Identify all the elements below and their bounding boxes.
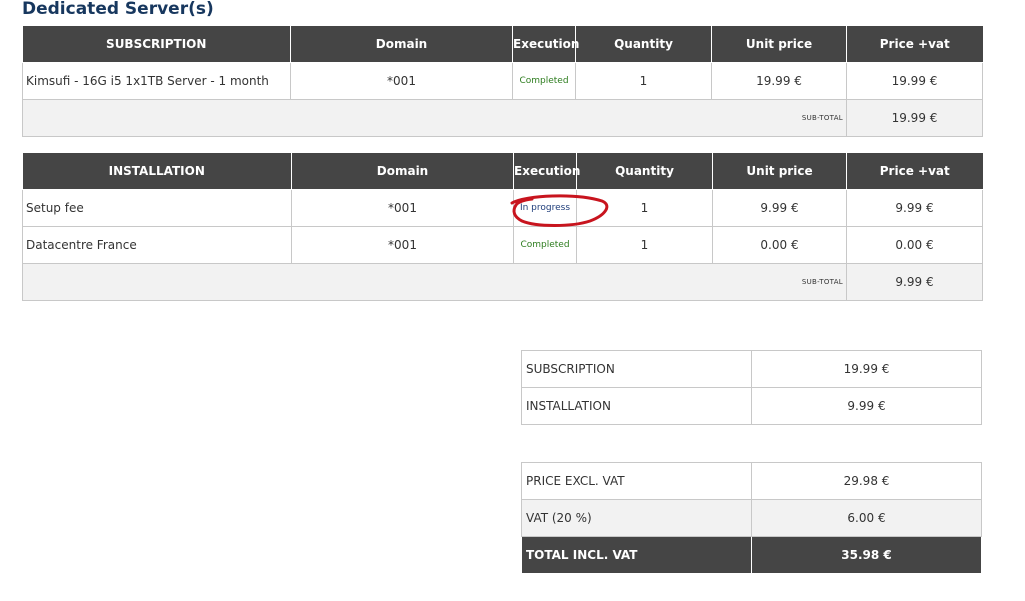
page-title: Dedicated Server(s) [22,0,214,19]
subscription-table: SUBSCRIPTION Domain Execution Quantity U… [22,26,983,137]
item-unit-price: 19.99 € [711,62,847,100]
totals-table: PRICE EXCL. VAT 29.98 € VAT (20 %) 6.00 … [521,462,982,574]
subtotal-row: SUB-TOTAL 19.99 € [22,99,983,137]
column-header-execution: Execution [513,153,580,190]
price-excl-vat-value: 29.98 € [751,462,982,500]
item-domain: *001 [291,226,514,264]
total-incl-vat-row: TOTAL INCL. VAT 35.98 € [521,536,982,574]
item-domain: *001 [291,189,514,227]
table-row: Kimsufi - 16G i5 1x1TB Server - 1 month … [22,62,983,100]
subtotal-label: SUB-TOTAL [22,263,847,301]
subtotal-label: SUB-TOTAL [22,99,847,137]
execution-status: Completed [513,226,577,264]
item-unit-price: 9.99 € [712,189,847,227]
subtotal-row: SUB-TOTAL 9.99 € [22,263,983,301]
column-header-price-vat: Price +vat [846,26,983,63]
item-name: Setup fee [22,189,292,227]
item-quantity: 1 [575,62,712,100]
execution-status: In progress [513,189,577,227]
column-header-price-vat: Price +vat [846,153,983,190]
installation-table: INSTALLATION Domain Execution Quantity U… [22,153,983,301]
column-header-unit-price: Unit price [712,153,847,190]
table-row: Setup fee *001 In progress 1 9.99 € 9.99… [22,189,983,227]
vat-row: VAT (20 %) 6.00 € [521,499,982,537]
item-domain: *001 [290,62,513,100]
summary-row-installation: INSTALLATION 9.99 € [521,387,982,425]
column-header-quantity: Quantity [575,26,712,63]
item-quantity: 1 [576,226,713,264]
item-quantity: 1 [576,189,713,227]
summary-row-subscription: SUBSCRIPTION 19.99 € [521,350,982,388]
subtotal-value: 19.99 € [846,99,983,137]
column-header-execution: Execution [512,26,579,63]
summary-label: INSTALLATION [521,387,752,425]
item-name: Kimsufi - 16G i5 1x1TB Server - 1 month [22,62,291,100]
summary-label: SUBSCRIPTION [521,350,752,388]
column-header-quantity: Quantity [576,153,713,190]
column-header-domain: Domain [290,26,513,63]
item-price-vat: 9.99 € [846,189,983,227]
total-incl-vat-label: TOTAL INCL. VAT [521,536,752,574]
item-price-vat: 19.99 € [846,62,983,100]
column-header-installation: INSTALLATION [22,153,292,190]
vat-value: 6.00 € [751,499,982,537]
table-row: Datacentre France *001 Completed 1 0.00 … [22,226,983,264]
column-header-subscription: SUBSCRIPTION [22,26,291,63]
item-name: Datacentre France [22,226,292,264]
table-header-row: SUBSCRIPTION Domain Execution Quantity U… [22,26,983,63]
summary-value: 9.99 € [751,387,982,425]
price-excl-vat-label: PRICE EXCL. VAT [521,462,752,500]
column-header-unit-price: Unit price [711,26,847,63]
item-price-vat: 0.00 € [846,226,983,264]
category-summary-table: SUBSCRIPTION 19.99 € INSTALLATION 9.99 € [521,350,982,425]
column-header-domain: Domain [291,153,514,190]
price-excl-vat-row: PRICE EXCL. VAT 29.98 € [521,462,982,500]
subtotal-value: 9.99 € [846,263,983,301]
item-unit-price: 0.00 € [712,226,847,264]
total-incl-vat-value: 35.98 € [751,536,982,574]
summary-value: 19.99 € [751,350,982,388]
vat-label: VAT (20 %) [521,499,752,537]
table-header-row: INSTALLATION Domain Execution Quantity U… [22,153,983,190]
execution-status: Completed [512,62,576,100]
